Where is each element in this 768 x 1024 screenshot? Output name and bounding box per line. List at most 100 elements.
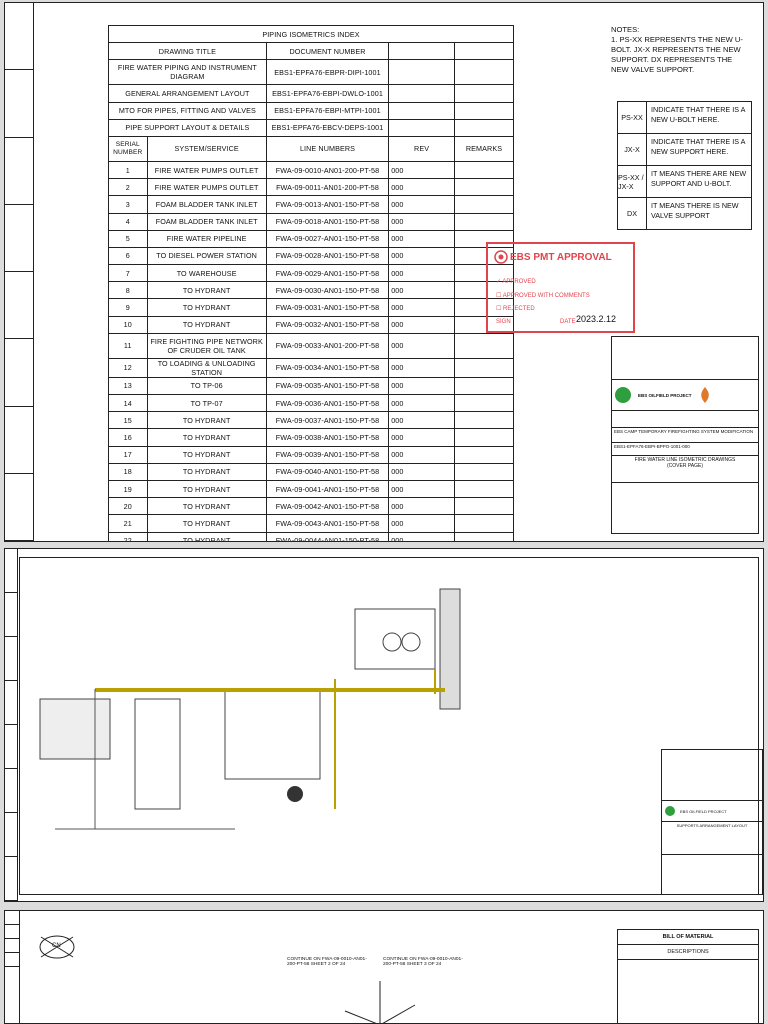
serial-header: SERIAL NUMBER: [108, 135, 148, 162]
rev-cell: 000: [388, 212, 455, 231]
system-cell: FIRE WATER PUMPS OUTLET: [146, 178, 267, 197]
serial-cell: 9: [108, 298, 148, 317]
stamp-sign-label: SIGN: [496, 319, 511, 325]
border-ticks-2: [5, 549, 18, 901]
table-row: 7 TO WAREHOUSE FWA-09-0029-AN01-150-PT-5…: [108, 264, 515, 283]
table-row: 14 TO TP-07 FWA-09-0036-AN01-150-PT-58 0…: [108, 393, 515, 413]
table-row: 9 TO HYDRANT FWA-09-0031-AN01-150-PT-58 …: [108, 298, 515, 317]
system-cell: FIRE WATER PUMPS OUTLET: [146, 160, 267, 180]
layout-title-block: EBS OILFIELD PROJECT SUPPORTS ARRANGEMEN…: [661, 749, 763, 895]
system-cell: TO HYDRANT: [146, 315, 267, 334]
ref-title: FIRE WATER PIPING AND INSTRUMENT DIAGRAM: [108, 59, 267, 86]
pipe-list: [565, 649, 625, 779]
rev-cell: 000: [388, 497, 455, 516]
remarks-cell: [453, 160, 515, 180]
revision-block: [612, 483, 758, 533]
legend-row: DX IT MEANS THERE IS NEW VALVE SUPPORT: [618, 198, 751, 229]
stamp-date-label: DATE: [560, 319, 576, 325]
line-header: LINE NUMBERS: [265, 135, 390, 162]
line-cell: FWA-09-0011-AN01-200-PT-58: [265, 178, 390, 197]
rev-cell: 000: [388, 246, 455, 266]
approval-codes: [612, 337, 758, 380]
serial-cell: 7: [108, 264, 148, 283]
system-cell: FIRE WATER PIPELINE: [146, 229, 267, 248]
table-row: 22 TO HYDRANT FWA-09-0044-AN01-150-PT-58…: [108, 531, 515, 541]
system-cell: TO HYDRANT: [146, 514, 267, 533]
continue-note-1: CONTINUE ON FWA-09-0010-AN01-200-PT-58 S…: [287, 957, 367, 967]
notes-block: NOTES: 1. PS-XX REPRESENTS THE NEW U-BOL…: [611, 25, 751, 75]
table-row: 17 TO HYDRANT FWA-09-0039-AN01-150-PT-58…: [108, 445, 515, 464]
system-header: SYSTEM/SERVICE: [146, 135, 267, 162]
line-cell: FWA-09-0032-AN01-150-PT-58: [265, 315, 390, 334]
layout-project: EBS OILFIELD PROJECT: [680, 808, 727, 814]
bill-of-material: BILL OF MATERIAL DESCRIPTIONS: [617, 929, 759, 1023]
line-cell: FWA-09-0027-AN01-150-PT-58: [265, 229, 390, 248]
legend-row: JX-X INDICATE THAT THERE IS A NEW SUPPOR…: [618, 134, 751, 166]
rev-cell: 000: [388, 411, 455, 430]
remarks-cell: [453, 195, 515, 214]
table-row: 8 TO HYDRANT FWA-09-0030-AN01-150-PT-58 …: [108, 281, 515, 300]
serial-cell: 3: [108, 195, 148, 214]
legend-row: PS-XX INDICATE THAT THERE IS A NEW U-BOL…: [618, 102, 751, 134]
legend-value: IT MEANS THERE ARE NEW SUPPORT AND U-BOL…: [651, 169, 747, 188]
rev-cell: 000: [388, 479, 455, 499]
rev-cell: 000: [388, 229, 455, 248]
rev-cell: 000: [388, 376, 455, 396]
legend-key: JX-X: [618, 134, 647, 165]
serial-cell: 17: [108, 445, 148, 464]
table-row: 5 FIRE WATER PIPELINE FWA-09-0027-AN01-1…: [108, 229, 515, 248]
rev-cell: 000: [388, 428, 455, 447]
stamp-logo-icon: [494, 250, 508, 264]
rev-cell: 000: [388, 178, 455, 197]
stamp-date-value: 2023.2.12: [576, 314, 617, 324]
serial-cell: 10: [108, 315, 148, 334]
layout-drawing: [39, 588, 461, 830]
notes-text: 1. PS-XX REPRESENTS THE NEW U-BOLT. JX-X…: [611, 35, 743, 74]
north-label: CN: [52, 943, 61, 949]
ref-doc: EBS1-EPFA76-EBCV-DEPS-1001: [265, 118, 390, 137]
system-cell: TO HYDRANT: [146, 462, 267, 481]
remarks-cell: [453, 411, 515, 430]
stamp-option-approved: ✓ APPROVED: [496, 279, 536, 285]
line-cell: FWA-09-0038-AN01-150-PT-58: [265, 428, 390, 447]
legend-key: DX: [618, 198, 647, 229]
isometrics-index-table: PIPING ISOMETRICS INDEX DRAWING TITLE DO…: [108, 24, 515, 541]
serial-cell: 4: [108, 212, 148, 231]
bom-title: BILL OF MATERIAL: [618, 930, 758, 945]
table-row: 4 FOAM BLADDER TANK INLET FWA-09-0018-AN…: [108, 212, 515, 231]
approval-stamp: EBS PMT APPROVAL ✓ APPROVED ☐ APPROVED W…: [486, 242, 635, 333]
title-block: EBS OILFIELD PROJECT EBS CAMP TEMPORARY …: [611, 336, 759, 534]
rev-header: REV: [388, 135, 455, 162]
bom-descriptions-header: DESCRIPTIONS: [618, 945, 758, 960]
border-ticks-3: [5, 911, 20, 1023]
remarks-cell: [453, 376, 515, 396]
rev-cell: 000: [388, 357, 455, 378]
serial-cell: 22: [108, 531, 148, 541]
reference-row: GENERAL ARRANGEMENT LAYOUT EBS1-EPFA76-E…: [108, 84, 515, 103]
remarks-cell: [453, 212, 515, 231]
serial-cell: 6: [108, 246, 148, 266]
serial-cell: 16: [108, 428, 148, 447]
serial-cell: 11: [108, 332, 148, 359]
remarks-cell: [453, 531, 515, 541]
system-cell: TO HYDRANT: [146, 445, 267, 464]
system-cell: FIRE FIGHTING PIPE NETWORK OF CRUDER OIL…: [146, 332, 267, 359]
system-cell: TO HYDRANT: [146, 531, 267, 541]
rev-cell: 000: [388, 332, 455, 359]
serial-cell: 19: [108, 479, 148, 499]
rev-cell: 000: [388, 160, 455, 180]
layout-drawing-title: SUPPORTS ARRANGEMENT LAYOUT: [662, 822, 762, 855]
table-row: 10 TO HYDRANT FWA-09-0032-AN01-150-PT-58…: [108, 315, 515, 334]
line-cell: FWA-09-0035-AN01-150-PT-58: [265, 376, 390, 396]
stamp-title: EBS PMT APPROVAL: [510, 252, 612, 263]
system-cell: FOAM BLADDER TANK INLET: [146, 195, 267, 214]
table-row: 13 TO TP-06 FWA-09-0035-AN01-150-PT-58 0…: [108, 376, 515, 396]
system-cell: TO HYDRANT: [146, 428, 267, 447]
table-row: 12 TO LOADING & UNLOADING STATION FWA-09…: [108, 357, 515, 378]
serial-cell: 15: [108, 411, 148, 430]
table-row: 19 TO HYDRANT FWA-09-0041-AN01-150-PT-58…: [108, 479, 515, 499]
system-cell: TO HYDRANT: [146, 298, 267, 317]
legend-value: IT MEANS THERE IS NEW VALVE SUPPORT: [651, 201, 739, 220]
remarks-cell: [453, 428, 515, 447]
remarks-cell: [453, 514, 515, 533]
